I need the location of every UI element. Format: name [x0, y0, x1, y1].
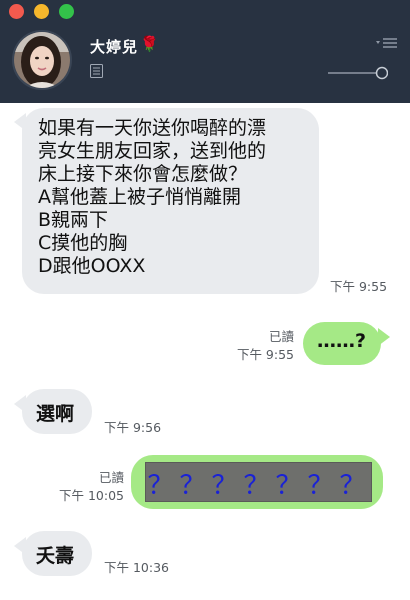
avatar-photo-icon: [14, 32, 70, 88]
incoming-message-bubble[interactable]: 如果有一天你送你喝醉的漂 亮女生朋友回家，送到他的 床上接下來你會怎麼做？ A幫…: [22, 108, 319, 294]
message-line: 如果有一天你送你喝醉的漂: [38, 117, 267, 139]
message-line: B親兩下: [38, 209, 109, 231]
outgoing-message-bubble[interactable]: ……?: [303, 322, 381, 365]
chat-header: 大婷兒 🌹: [0, 0, 410, 103]
message-text: 夭壽: [36, 545, 75, 567]
message-text: 選啊: [36, 403, 75, 425]
zoom-window-button[interactable]: [59, 4, 74, 19]
chat-window: 大婷兒 🌹 如果有一天你送你喝醉的漂 亮女生朋友回家，送到他的 床上接下來你會怎…: [0, 0, 410, 600]
bubble-tail: [378, 328, 390, 346]
message-timestamp: 下午 9:55: [330, 279, 388, 294]
message-list[interactable]: 如果有一天你送你喝醉的漂 亮女生朋友回家，送到他的 床上接下來你會怎麼做？ A幫…: [0, 103, 410, 600]
message-timestamp: 下午 9:56: [104, 420, 162, 435]
message-timestamp: 下午 10:36: [104, 560, 169, 575]
message-line: C摸他的胸: [38, 232, 128, 254]
message-timestamp: 下午 9:55: [236, 347, 294, 362]
question-marks-box: ？？？？？？？: [145, 462, 372, 502]
contact-avatar[interactable]: [12, 30, 72, 90]
notes-icon[interactable]: [90, 64, 103, 78]
header-slider[interactable]: [326, 66, 388, 80]
incoming-message-bubble[interactable]: 夭壽: [22, 531, 92, 576]
contact-name: 大婷兒: [90, 38, 139, 56]
menu-icon[interactable]: [376, 38, 398, 50]
message-line: D跟他OOXX: [38, 255, 146, 277]
rose-emoji: 🌹: [140, 35, 159, 53]
message-line: A幫他蓋上被子悄悄離開: [38, 186, 241, 208]
read-receipt: 已讀: [98, 470, 124, 485]
message-text: ……?: [317, 330, 367, 352]
message-line: 亮女生朋友回家，送到他的: [38, 140, 267, 162]
message-text: ？？？？？？？: [147, 471, 372, 501]
close-window-button[interactable]: [9, 4, 24, 19]
message-line: 床上接下來你會怎麼做？: [38, 163, 248, 185]
read-receipt: 已讀: [268, 329, 294, 344]
minimize-window-button[interactable]: [34, 4, 49, 19]
message-timestamp: 下午 10:05: [59, 488, 124, 503]
incoming-message-bubble[interactable]: 選啊: [22, 389, 92, 434]
